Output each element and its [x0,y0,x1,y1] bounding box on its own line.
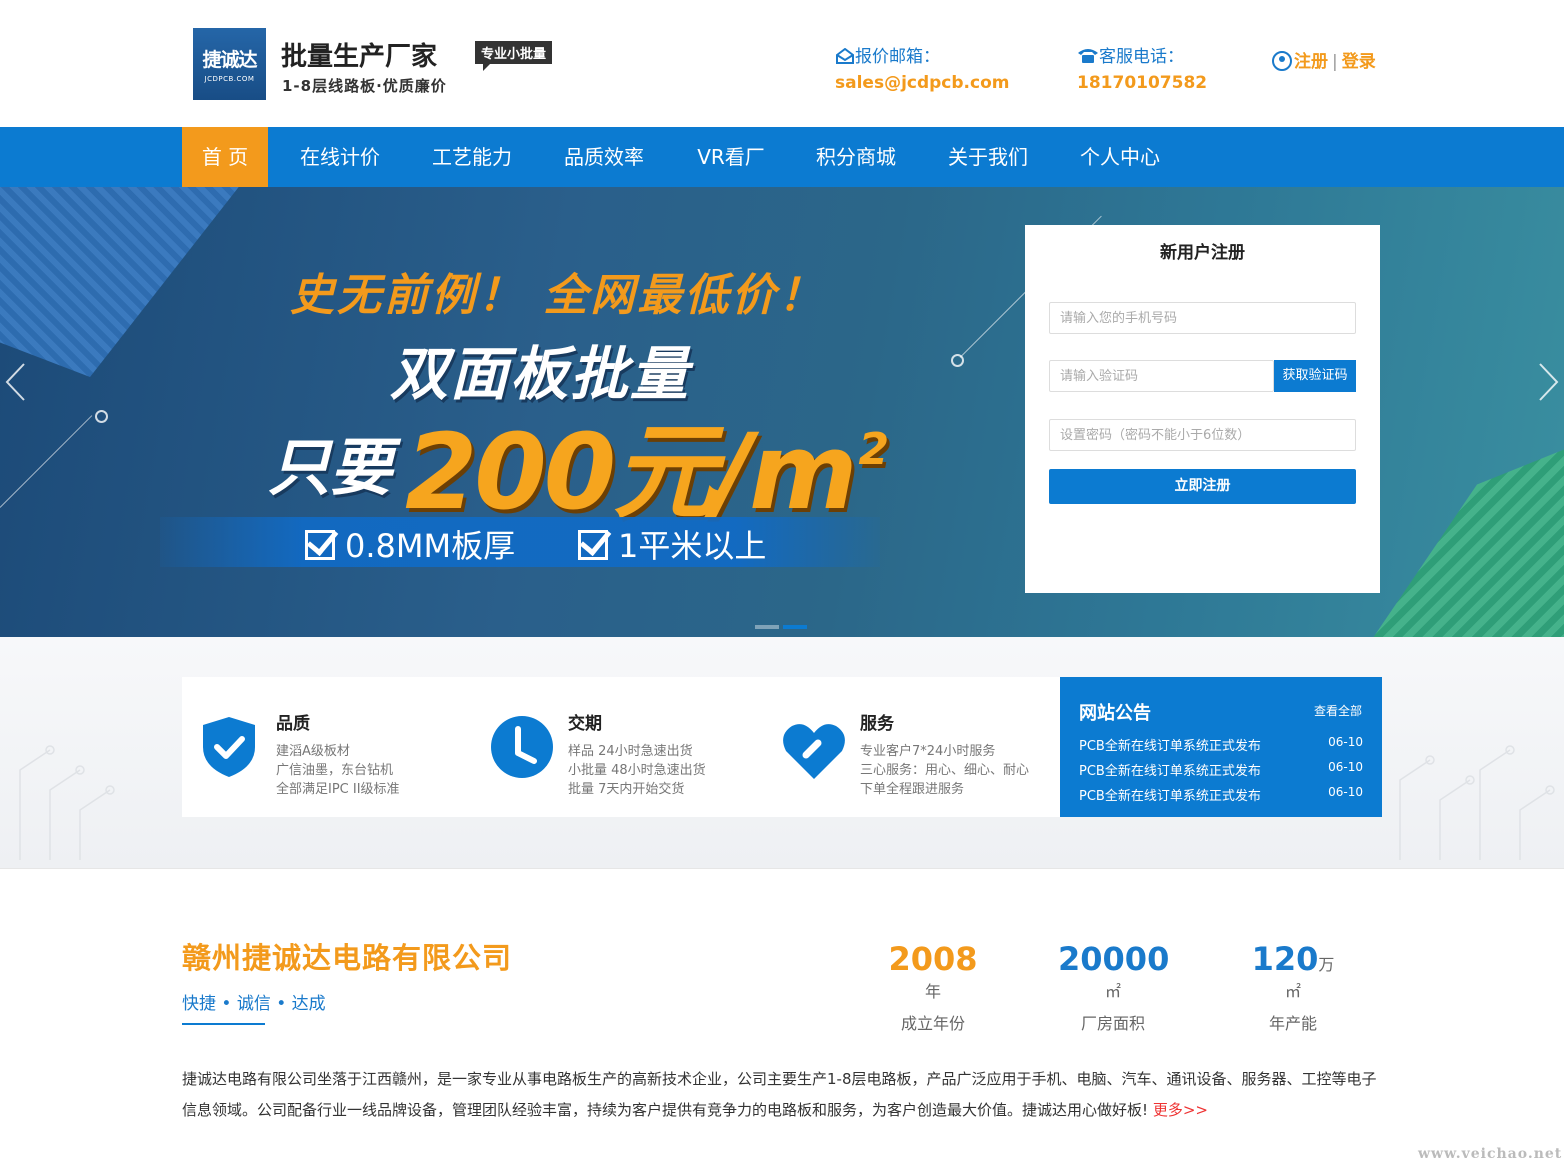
stat-unit: ㎡ [1104,982,1121,1001]
login-link[interactable]: 登录 [1342,52,1376,72]
feature-line: 三心服务：用心、细心、耐心 [860,763,1030,778]
nav-item-quality[interactable]: 品质效率 [544,127,664,187]
main-nav: 首 页 在线计价 工艺能力 品质效率 VR看厂 积分商城 关于我们 个人中心 [0,127,1564,187]
slogan-underline [182,1023,265,1025]
nav-item-online-quote[interactable]: 在线计价 [280,127,400,187]
company-slogan: 快捷 • 诚信 • 达成 [182,994,326,1014]
nav-item-about-us[interactable]: 关于我们 [928,127,1048,187]
brand-subtitle: 1-8层线路板·优质廉价 [282,77,447,95]
phone-contact: 客服电话： 18170107582 [1077,42,1207,93]
view-all-link[interactable]: 查看全部 [1314,702,1362,719]
circuit-node [951,354,964,367]
circuit-node [95,410,108,423]
feature-line: 下单全程跟进服务 [860,782,965,797]
banner-price-sup: 2 [858,424,889,475]
shield-check-icon [203,717,255,777]
get-code-button[interactable]: 获取验证码 [1274,360,1356,392]
register-title: 新用户注册 [1160,243,1245,263]
banner-feature-bar [160,517,880,567]
circuit-line [0,415,93,508]
user-icon [1272,51,1292,71]
feature-line: 建滔A级板材 [276,744,350,759]
phone-icon [1078,49,1098,63]
announcement-title: 网站公告 [1079,703,1151,724]
stat-label: 年产能 [1268,1014,1317,1033]
email-value[interactable]: sales@jcdpcb.com [835,73,1009,93]
logo-text: 捷诚达 [202,49,257,71]
announcement-panel: 网站公告 查看全部 PCB全新在线订单系统正式发布 06-10 PCB全新在线订单… [1060,677,1382,817]
announcement-item[interactable]: PCB全新在线订单系统正式发布 06-10 [1079,735,1363,754]
stat-label: 成立年份 [900,1014,965,1033]
checkbox-icon [305,530,335,560]
banner-feature-thickness: 0.8MM板厚 [305,521,515,567]
stat-factory-area: 20000 ㎡ 厂房面积 [1058,940,1170,1034]
feature-line: 样品 24小时急速出货 [568,744,693,759]
feature-line: 批量 7天内开始交货 [568,782,685,797]
feature-line: 全部满足IPC II级标准 [276,782,400,797]
heart-icon [783,724,845,779]
banner-price-value: 200元/m [405,411,857,533]
nav-item-vr-factory[interactable]: VR看厂 [676,127,786,187]
banner-feature-area: 1平米以上 [578,521,766,567]
auth-links: 注册 | 登录 [1272,47,1376,72]
feature-title: 品质 [276,714,310,734]
features-card: 品质 建滔A级板材 广信油墨，东台钻机 全部满足IPC II级标准 交期 样品 … [182,677,1060,817]
banner-price: 200元/m2 [405,387,889,538]
email-label: 报价邮箱： [835,42,1009,67]
stat-capacity: 120万㎡ 年产能 [1248,940,1338,1034]
prev-slide-arrow[interactable] [4,362,26,402]
phone-input[interactable] [1049,302,1356,334]
feature-quality: 品质 建滔A级板材 广信油墨，东台钻机 全部满足IPC II级标准 [182,677,474,817]
nav-item-process-capability[interactable]: 工艺能力 [412,127,532,187]
feature-title: 服务 [860,714,894,734]
slide-indicators [755,614,811,633]
more-link[interactable]: 更多>> [1153,1101,1208,1119]
stat-number: 120 [1251,940,1319,978]
feature-line: 小批量 48小时急速出货 [568,763,706,778]
clock-icon [491,716,553,778]
pcb-decoration-left [0,187,270,377]
feature-line: 专业客户7*24小时服务 [860,744,996,759]
banner-headline-promo: 史无前例！ 全网最低价！ [290,270,826,321]
password-input[interactable] [1049,419,1356,451]
company-description: 捷诚达电路有限公司坐落于江西赣州，是一家专业从事电路板生产的高新技术企业，公司主… [182,1064,1382,1126]
feature-delivery: 交期 样品 24小时急速出货 小批量 48小时急速出货 批量 7天内开始交货 [474,677,766,817]
stat-number: 20000 [1058,940,1170,978]
watermark: www.veichao.net [1418,1146,1563,1162]
nav-item-user-center[interactable]: 个人中心 [1060,127,1180,187]
page: 捷诚达 JCDPCB.COM 批量生产厂家 专业小批量 1-8层线路板·优质廉价… [0,0,1564,1164]
banner-headline-only: 只要 [268,431,393,504]
register-link[interactable]: 注册 [1294,52,1328,72]
verification-code-input[interactable] [1049,360,1274,392]
stat-label: 厂房面积 [1080,1014,1145,1033]
feature-line: 广信油墨，东台钻机 [276,763,394,778]
register-form: 新用户注册 获取验证码 立即注册 [1025,225,1380,593]
company-name: 赣州捷诚达电路有限公司 [182,941,513,975]
feature-title: 交期 [568,714,602,734]
announcement-item[interactable]: PCB全新在线订单系统正式发布 06-10 [1079,785,1363,804]
auth-separator: | [1332,52,1338,72]
slide-dot-active[interactable] [783,625,807,629]
logo-subtext: JCDPCB.COM [204,75,255,83]
feature-service: 服务 专业客户7*24小时服务 三心服务：用心、细心、耐心 下单全程跟进服务 [766,677,1060,817]
phone-label: 客服电话： [1077,42,1207,67]
stat-number: 2008 [888,940,978,978]
email-contact: 报价邮箱： sales@jcdpcb.com [835,42,1009,93]
register-submit-button[interactable]: 立即注册 [1049,469,1356,504]
stat-founded: 2008 年 成立年份 [886,940,980,1034]
nav-item-points-mall[interactable]: 积分商城 [796,127,916,187]
checkbox-icon [578,530,608,560]
site-header: 捷诚达 JCDPCB.COM 批量生产厂家 专业小批量 1-8层线路板·优质廉价… [0,0,1564,127]
pcb-decoration-right [1360,427,1564,637]
slide-dot[interactable] [755,625,779,629]
nav-item-home[interactable]: 首 页 [182,127,268,187]
phone-value[interactable]: 18170107582 [1077,73,1207,93]
brand-tag: 专业小批量 [475,41,553,71]
logo[interactable]: 捷诚达 JCDPCB.COM [193,28,266,100]
stat-unit: 年 [924,982,941,1001]
next-slide-arrow[interactable] [1538,362,1560,402]
brand-title: 批量生产厂家 [281,42,438,72]
mail-icon [836,47,854,64]
announcement-item[interactable]: PCB全新在线订单系统正式发布 06-10 [1079,760,1363,779]
